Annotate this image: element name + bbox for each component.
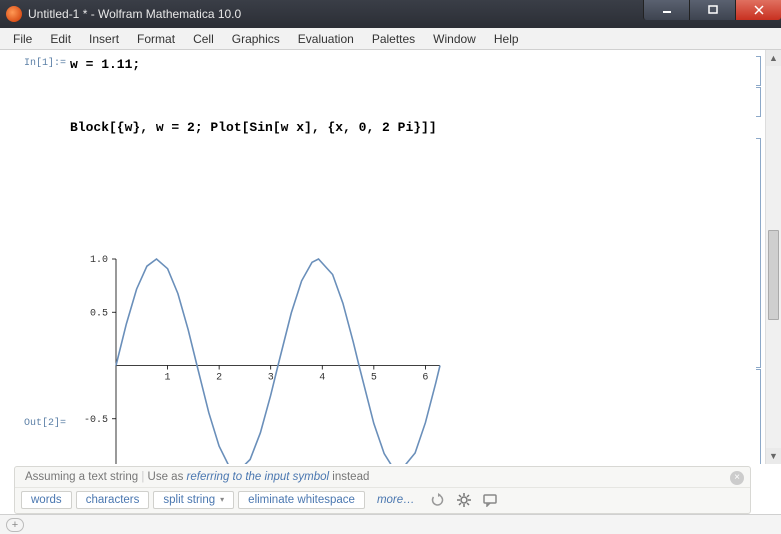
svg-text:-0.5: -0.5 xyxy=(84,415,108,426)
window-title: Untitled-1 * - Wolfram Mathematica 10.0 xyxy=(28,7,241,21)
svg-text:0.5: 0.5 xyxy=(90,308,108,319)
menu-window[interactable]: Window xyxy=(424,30,485,48)
status-bar: + xyxy=(0,514,781,534)
menu-help[interactable]: Help xyxy=(485,30,528,48)
menu-insert[interactable]: Insert xyxy=(80,30,128,48)
minimize-icon xyxy=(662,5,672,15)
menu-format[interactable]: Format xyxy=(128,30,184,48)
menu-palettes[interactable]: Palettes xyxy=(363,30,424,48)
suggest-characters-button[interactable]: characters xyxy=(76,491,150,509)
menu-file[interactable]: File xyxy=(4,30,41,48)
input-cell-1b[interactable]: Block[{w}, w = 2; Plot[Sin[w x], {x, 0, … xyxy=(14,119,763,136)
svg-text:6: 6 xyxy=(422,373,428,384)
sine-plot: 123456-1.0-0.50.51.0 xyxy=(70,249,450,464)
notebook-area[interactable]: In[1]:= w = 1.11; Block[{w}, w = 2; Plot… xyxy=(0,50,765,464)
input-cell-1[interactable]: In[1]:= w = 1.11; xyxy=(14,56,763,117)
suggestion-close-button[interactable]: × xyxy=(730,471,744,485)
menu-cell[interactable]: Cell xyxy=(184,30,223,48)
svg-text:4: 4 xyxy=(319,373,325,384)
suggest-more-link[interactable]: more… xyxy=(369,494,423,506)
feedback-icon[interactable] xyxy=(479,490,501,510)
suggestion-actions: words characters split string eliminate … xyxy=(15,488,750,511)
suggest-split-string-button[interactable]: split string xyxy=(153,491,234,509)
svg-text:3: 3 xyxy=(268,373,274,384)
plot-output[interactable]: 123456-1.0-0.50.51.0 xyxy=(66,248,749,464)
maximize-icon xyxy=(708,5,718,15)
window-titlebar: Untitled-1 * - Wolfram Mathematica 10.0 xyxy=(0,0,781,28)
cell-label-in1: In[1]:= xyxy=(14,56,66,69)
suggestion-assumption: Assuming a text string | Use as referrin… xyxy=(15,467,750,488)
window-controls xyxy=(643,0,781,20)
svg-text:5: 5 xyxy=(371,373,377,384)
cell-label-out2: Out[2]= xyxy=(14,308,66,429)
svg-text:1: 1 xyxy=(165,373,171,384)
suggestion-bar: × Assuming a text string | Use as referr… xyxy=(14,466,751,514)
vertical-scrollbar[interactable]: ▲ ▼ xyxy=(765,50,781,464)
new-cell-button[interactable]: + xyxy=(6,518,24,532)
scroll-down-button[interactable]: ▼ xyxy=(766,448,781,464)
svg-text:2: 2 xyxy=(216,373,222,384)
minimize-button[interactable] xyxy=(643,0,689,20)
close-icon xyxy=(754,5,764,15)
close-button[interactable] xyxy=(735,0,781,20)
menu-evaluation[interactable]: Evaluation xyxy=(289,30,363,48)
cell-body-in1-line1[interactable]: w = 1.11; xyxy=(66,56,749,73)
cell-body-in1-line2[interactable]: Block[{w}, w = 2; Plot[Sin[w x], {x, 0, … xyxy=(66,119,749,136)
app-icon xyxy=(6,6,22,22)
maximize-button[interactable] xyxy=(689,0,735,20)
suggestion-alt-link[interactable]: referring to the input symbol xyxy=(187,471,330,483)
gear-icon[interactable] xyxy=(453,490,475,510)
refresh-icon[interactable] xyxy=(427,490,449,510)
menu-graphics[interactable]: Graphics xyxy=(223,30,289,48)
scroll-thumb[interactable] xyxy=(768,230,779,320)
svg-text:1.0: 1.0 xyxy=(90,255,108,266)
output-cell-2: Out[2]= 123456-1.0-0.50.51.0 xyxy=(14,138,763,464)
menu-edit[interactable]: Edit xyxy=(41,30,80,48)
menubar: File Edit Insert Format Cell Graphics Ev… xyxy=(0,28,781,50)
suggest-eliminate-whitespace-button[interactable]: eliminate whitespace xyxy=(238,491,365,509)
scroll-up-button[interactable]: ▲ xyxy=(766,50,781,66)
suggest-words-button[interactable]: words xyxy=(21,491,72,509)
